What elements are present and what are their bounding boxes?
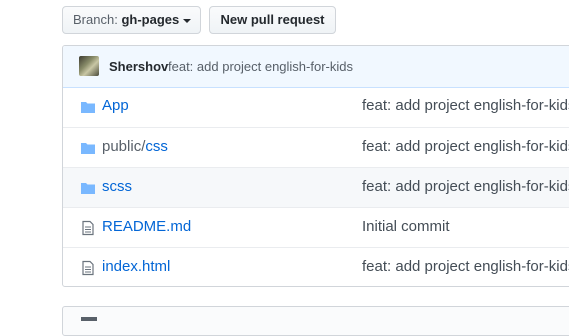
file-commit-message-link[interactable]: Initial commit <box>362 218 450 235</box>
readme-box-header <box>62 306 569 336</box>
file-icon <box>82 260 94 276</box>
file-name-link[interactable]: scss <box>102 178 132 195</box>
file-commit-message-link[interactable]: feat: add project english-for-kids <box>362 138 569 155</box>
file-name-text: css <box>145 138 168 155</box>
file-name-link[interactable]: README.md <box>102 218 191 235</box>
caret-down-icon <box>183 18 192 23</box>
file-list: App feat: add project english-for-kids p… <box>63 87 569 286</box>
file-name-link[interactable]: index.html <box>102 258 170 275</box>
branch-name: gh-pages <box>121 12 180 27</box>
folder-icon <box>81 102 95 113</box>
commit-author-link[interactable]: Shershov <box>109 46 168 87</box>
file-name-link[interactable]: public/css <box>102 138 168 155</box>
avatar[interactable] <box>79 56 99 76</box>
folder-icon <box>81 183 95 194</box>
file-row: scss feat: add project english-for-kids <box>63 167 569 207</box>
file-commit-message-link[interactable]: feat: add project english-for-kids <box>362 178 569 195</box>
file-row: public/css feat: add project english-for… <box>63 127 569 167</box>
file-row: README.md Initial commit <box>63 207 569 247</box>
file-browser: Shershov feat: add project english-for-k… <box>62 45 569 287</box>
file-icon <box>82 220 94 236</box>
folder-icon <box>81 143 95 154</box>
file-row: App feat: add project english-for-kids <box>63 87 569 127</box>
file-dir-prefix: public/ <box>102 138 146 155</box>
file-row: index.html feat: add project english-for… <box>63 247 569 286</box>
branch-select-button[interactable]: Branch: gh-pages <box>62 6 201 34</box>
file-commit-message-link[interactable]: feat: add project english-for-kids <box>362 97 569 114</box>
file-name-link[interactable]: App <box>102 97 129 114</box>
list-icon <box>81 317 97 321</box>
commit-message-link[interactable]: feat: add project english-for-kids <box>168 46 353 87</box>
file-commit-message-link[interactable]: feat: add project english-for-kids <box>362 258 569 275</box>
branch-prefix-label: Branch: <box>73 12 118 27</box>
new-pull-request-button[interactable]: New pull request <box>209 6 336 34</box>
latest-commit-bar: Shershov feat: add project english-for-k… <box>63 46 569 88</box>
